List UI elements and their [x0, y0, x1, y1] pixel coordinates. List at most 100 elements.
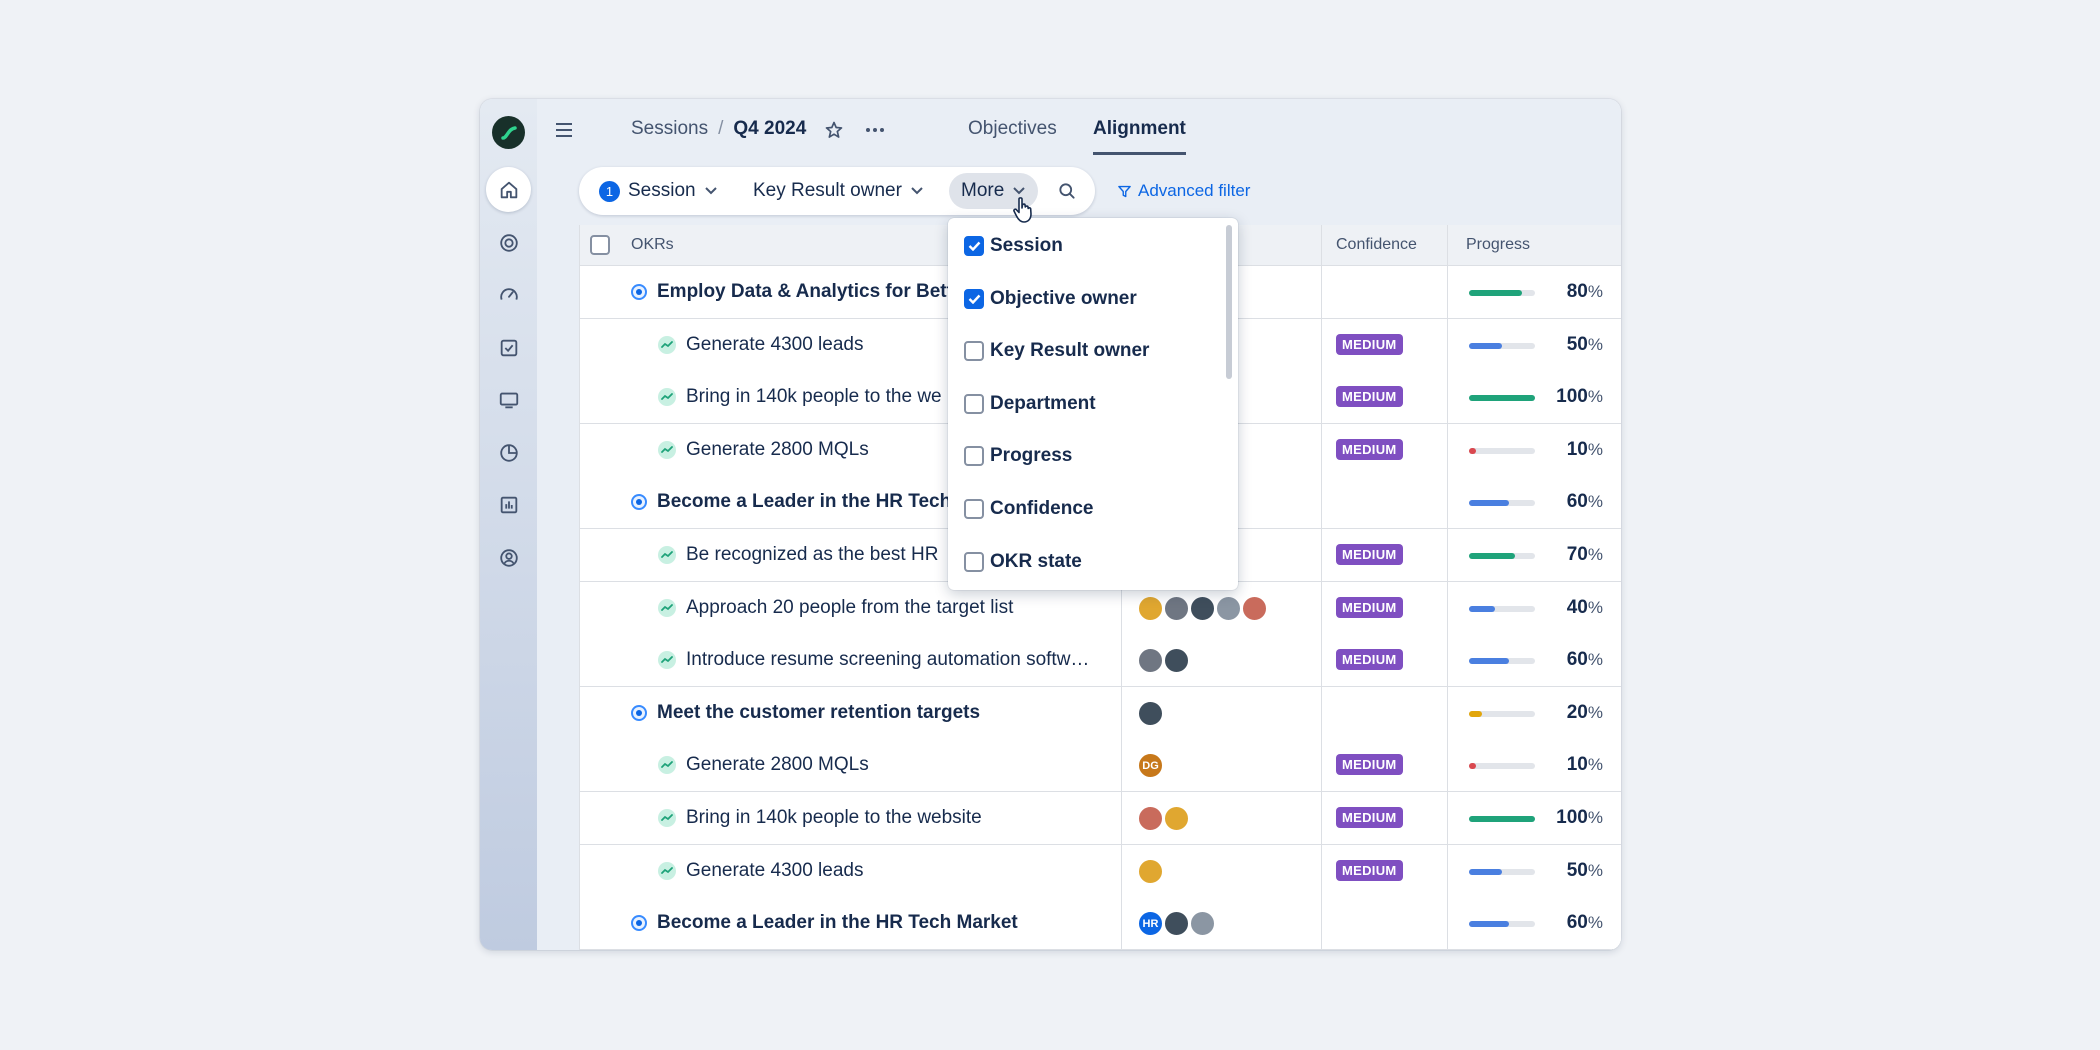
progress-value: 70%: [1567, 544, 1603, 566]
avatar[interactable]: [1163, 647, 1190, 675]
avatar[interactable]: [1163, 910, 1190, 938]
okr-name[interactable]: Generate 2800 MQLs: [658, 754, 869, 776]
key-result-row[interactable]: Introduce resume screening automation so…: [580, 634, 1621, 688]
progress-bar-fill: [1469, 763, 1476, 770]
okr-name[interactable]: Become a Leader in the HR Tech Market: [631, 912, 1018, 934]
advanced-filter-link[interactable]: Advanced filter: [1117, 181, 1250, 201]
avatar[interactable]: [1137, 647, 1164, 675]
key-result-row[interactable]: Generate 2800 MQLs DG MEDIUM 10%: [580, 739, 1621, 793]
breadcrumb-sessions-link[interactable]: Sessions: [631, 118, 708, 140]
percent-sign: %: [1587, 597, 1603, 617]
dropdown-option[interactable]: Progress: [964, 441, 1072, 471]
objectives-target-icon[interactable]: [486, 220, 531, 265]
progress-bar-fill: [1469, 658, 1509, 665]
okr-name[interactable]: Generate 4300 leads: [658, 334, 863, 356]
okr-name[interactable]: Approach 20 people from the target list: [658, 597, 1013, 619]
dropdown-option[interactable]: Key Result owner: [964, 336, 1149, 366]
okr-name[interactable]: Introduce resume screening automation so…: [658, 649, 1089, 671]
column-header-okrs: OKRs: [631, 236, 674, 253]
checkbox-unchecked[interactable]: [964, 341, 984, 362]
checkbox-unchecked[interactable]: [964, 551, 984, 572]
bar-chart-icon[interactable]: [486, 482, 531, 527]
objective-row[interactable]: Meet the customer retention targets 20%: [580, 686, 1621, 740]
percent-sign: %: [1587, 755, 1603, 775]
avatar[interactable]: DG: [1137, 752, 1164, 780]
owner-avatars: [1137, 857, 1164, 885]
okr-name-label: Generate 4300 leads: [686, 859, 864, 881]
avatar[interactable]: [1241, 594, 1268, 622]
checkbox-unchecked[interactable]: [964, 446, 984, 467]
dropdown-option[interactable]: Session: [964, 231, 1063, 261]
avatar[interactable]: [1137, 857, 1164, 885]
checkbox-unchecked[interactable]: [964, 499, 984, 519]
dropdown-option-label: Confidence: [990, 498, 1094, 519]
column-divider: [1447, 225, 1448, 950]
search-icon[interactable]: [1051, 173, 1083, 209]
avatar[interactable]: [1163, 594, 1190, 622]
dropdown-option-label: Progress: [990, 445, 1073, 467]
progress-bar-fill: [1469, 605, 1496, 612]
okr-name[interactable]: Become a Leader in the HR Tech: [631, 491, 951, 513]
progress-bar-fill: [1469, 868, 1502, 875]
dropdown-option[interactable]: Objective owner: [964, 284, 1137, 314]
progress-value: 10%: [1567, 754, 1603, 776]
select-all-checkbox[interactable]: [590, 235, 610, 255]
okr-name-label: Approach 20 people from the target list: [686, 596, 1014, 618]
more-filters-label: More: [961, 180, 1005, 201]
checkbox-unchecked[interactable]: [964, 393, 984, 414]
percent-sign: %: [1587, 650, 1603, 670]
avatar[interactable]: HR: [1137, 910, 1164, 938]
key-result-row[interactable]: Bring in 140k people to the website MEDIU…: [580, 792, 1621, 845]
avatar[interactable]: [1137, 699, 1164, 727]
tab-objectives[interactable]: Objectives: [968, 118, 1057, 152]
okr-name[interactable]: Generate 4300 leads: [658, 860, 863, 882]
progress-bar: [1469, 868, 1535, 875]
tab-alignment[interactable]: Alignment: [1093, 118, 1186, 155]
progress-value: 40%: [1567, 597, 1603, 619]
key-result-trend-icon: [658, 335, 676, 354]
checkbox-checked[interactable]: [964, 236, 984, 256]
key-result-row[interactable]: Generate 4300 leads MEDIUM 50%: [580, 844, 1621, 898]
avatar[interactable]: [1163, 805, 1190, 832]
dropdown-option[interactable]: Department: [964, 389, 1096, 419]
gauge-icon[interactable]: [486, 272, 531, 317]
avatar[interactable]: [1189, 594, 1216, 622]
okr-name[interactable]: Bring in 140k people to the website: [658, 807, 982, 829]
checkbox-tasks-icon[interactable]: [486, 325, 531, 370]
okr-name[interactable]: Meet the customer retention targets: [631, 702, 980, 724]
progress-number: 70: [1566, 544, 1588, 565]
dropdown-option[interactable]: Confidence: [964, 494, 1093, 524]
pie-chart-icon[interactable]: [486, 430, 531, 475]
progress-value: 60%: [1567, 491, 1603, 513]
checkbox-checked[interactable]: [964, 288, 984, 309]
session-filter[interactable]: 1 Session: [591, 173, 726, 209]
percent-sign: %: [1587, 913, 1603, 933]
avatar[interactable]: [1137, 594, 1164, 622]
star-icon[interactable]: [820, 116, 848, 144]
okr-name[interactable]: Be recognized as the best HR: [658, 544, 938, 566]
home-icon[interactable]: [486, 167, 531, 212]
dropdown-option-label: Objective owner: [990, 287, 1137, 309]
monitor-icon[interactable]: [486, 377, 531, 422]
objective-icon: [631, 915, 647, 932]
owner-avatars: HR: [1137, 910, 1216, 938]
okr-name-label: Generate 2800 MQLs: [686, 754, 869, 776]
key-result-owner-filter[interactable]: Key Result owner: [745, 173, 932, 209]
menu-icon[interactable]: [549, 115, 579, 145]
dropdown-option[interactable]: OKR state: [964, 547, 1082, 577]
dropdown-scrollbar[interactable]: [1226, 225, 1232, 379]
okr-name[interactable]: Employ Data & Analytics for Bett: [631, 281, 953, 303]
user-face-icon[interactable]: [486, 535, 531, 580]
key-result-trend-icon: [658, 861, 676, 880]
avatar[interactable]: [1215, 594, 1242, 622]
okr-name[interactable]: Bring in 140k people to the we: [658, 386, 942, 408]
avatar[interactable]: [1137, 805, 1164, 832]
more-options-icon[interactable]: [861, 116, 889, 144]
progress-bar: [1469, 816, 1535, 822]
objective-icon: [631, 284, 647, 300]
app-logo[interactable]: [492, 116, 525, 149]
okr-name[interactable]: Generate 2800 MQLs: [658, 439, 869, 461]
progress-bar-fill: [1469, 553, 1516, 559]
objective-row[interactable]: Become a Leader in the HR Tech Market HR 6…: [580, 897, 1621, 950]
avatar[interactable]: [1189, 910, 1216, 938]
